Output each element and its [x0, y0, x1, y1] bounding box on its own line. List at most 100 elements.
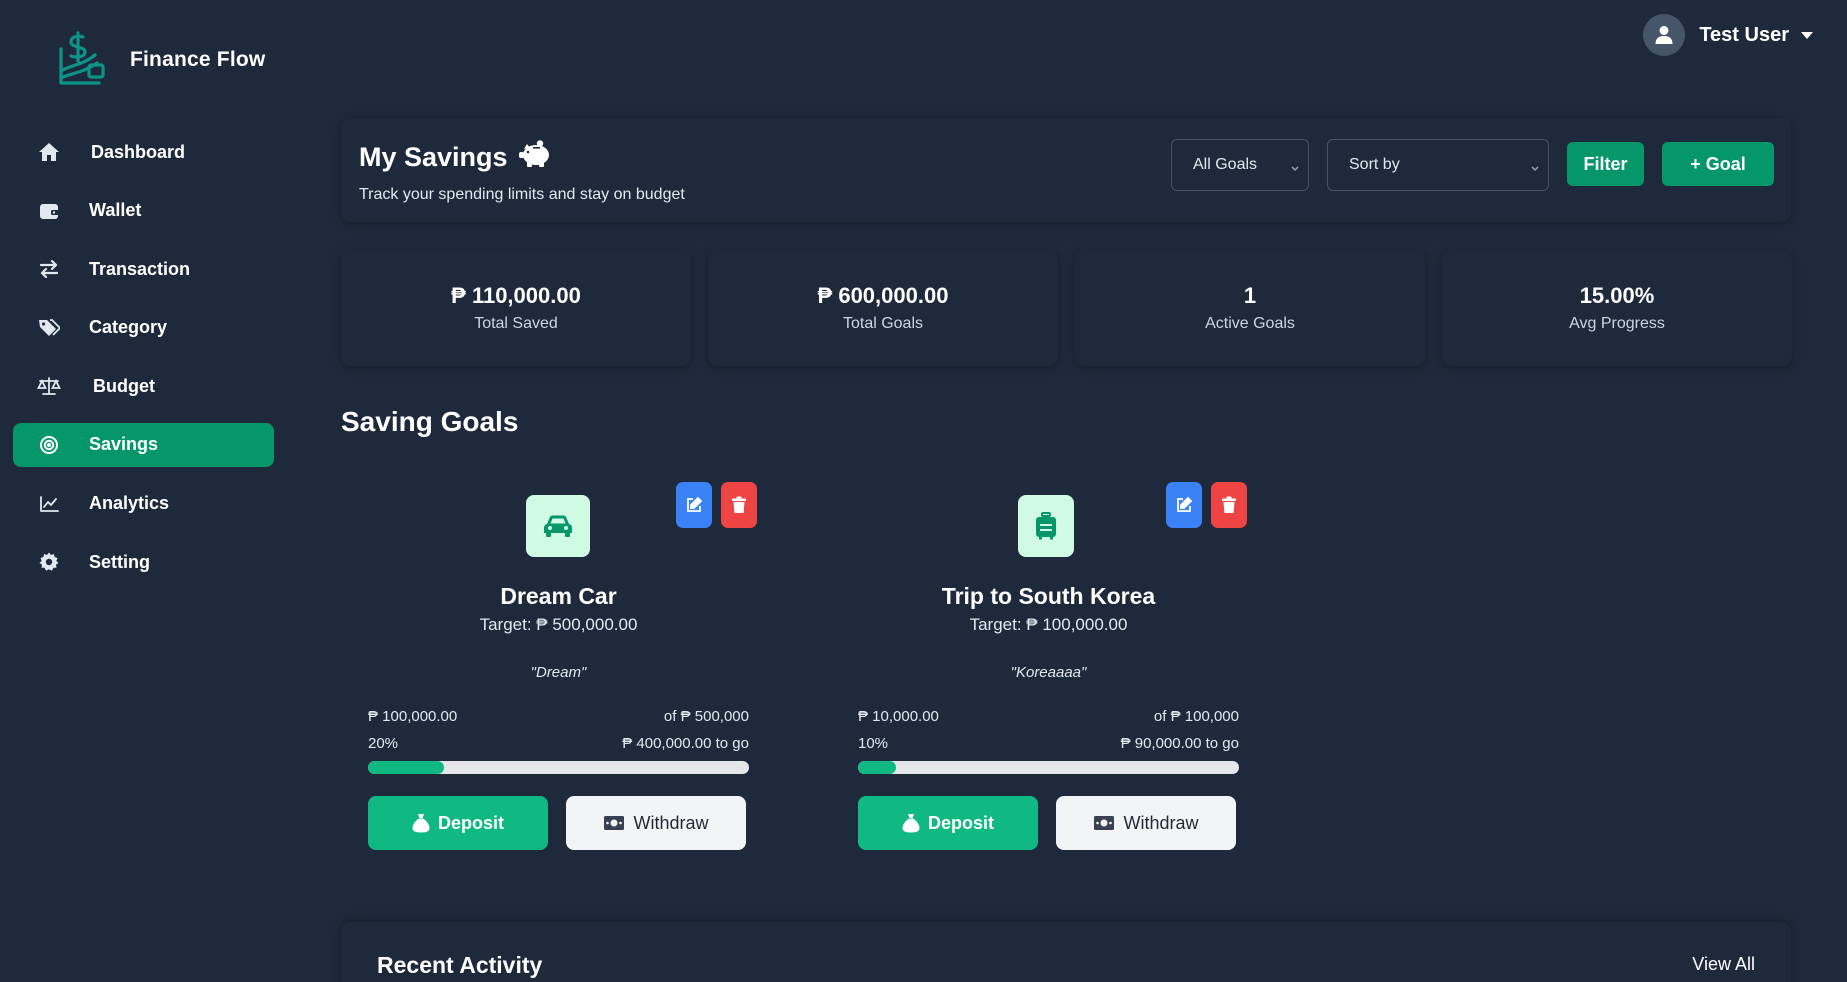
- goal-saved: ₱ 100,000.00: [368, 708, 458, 725]
- scale-icon: [37, 374, 61, 398]
- edit-icon: [687, 496, 703, 512]
- stat-card-avg-progress: 15.00% Avg Progress: [1442, 250, 1792, 366]
- avatar: [1643, 14, 1686, 56]
- goals-filter-select[interactable]: All Goals: [1171, 139, 1309, 191]
- section-title-saving-goals: Saving Goals: [341, 406, 519, 437]
- wallet-icon: [37, 199, 61, 223]
- sidebar-item-wallet[interactable]: Wallet: [13, 189, 274, 233]
- goal-name: Trip to South Korea: [941, 583, 1156, 609]
- stat-card-total-saved: ₱ 110,000.00 Total Saved: [341, 250, 691, 366]
- goal-to-go: ₱ 400,000.00 to go: [622, 735, 749, 752]
- goal-card: Trip to South Korea Target: ₱ 100,000.00…: [831, 470, 1266, 880]
- withdraw-button[interactable]: Withdraw: [566, 796, 746, 850]
- user-icon: [1655, 26, 1673, 44]
- sidebar-item-label: Dashboard: [91, 141, 186, 162]
- dollar-wallet-logo-icon: [52, 30, 108, 90]
- stat-value: ₱ 110,000.00: [451, 283, 581, 308]
- stat-label: Active Goals: [1205, 315, 1295, 332]
- sidebar-item-label: Category: [89, 317, 168, 338]
- trash-icon: [1222, 496, 1236, 513]
- caret-down-icon: [1801, 31, 1813, 39]
- money-bag-icon: [412, 814, 430, 833]
- sidebar-item-analytics[interactable]: Analytics: [13, 482, 274, 526]
- goal-percent: 10%: [858, 735, 889, 752]
- brand-name: Finance Flow: [130, 48, 266, 71]
- goal-target: Target: ₱ 500,000.00: [479, 615, 638, 634]
- edit-goal-button[interactable]: [676, 482, 712, 528]
- user-name: Test User: [1699, 23, 1789, 46]
- withdraw-button[interactable]: Withdraw: [1056, 796, 1236, 850]
- stat-value: 1: [1243, 283, 1257, 308]
- sidebar-item-category[interactable]: Category: [13, 306, 274, 350]
- goal-saved: ₱ 10,000.00: [858, 708, 939, 725]
- goal-progress-row: 10% ₱ 90,000.00 to go: [858, 735, 1239, 752]
- goal-target: Target: ₱ 100,000.00: [969, 615, 1128, 634]
- sidebar-item-label: Savings: [89, 434, 159, 455]
- sidebar-item-label: Setting: [89, 551, 150, 572]
- goal-progress-row: 20% ₱ 400,000.00 to go: [368, 735, 749, 752]
- goal-progress-bar: [368, 761, 749, 774]
- recent-activity-title: Recent Activity: [377, 952, 543, 978]
- sidebar-nav: Dashboard Wallet Transaction Category Bu…: [13, 130, 274, 599]
- goal-amount-row: ₱ 100,000.00 of ₱ 500,000: [368, 708, 749, 725]
- recent-activity-card: Recent Activity View All: [341, 922, 1791, 982]
- tags-icon: [37, 316, 61, 340]
- car-icon: [526, 495, 590, 557]
- sidebar-item-label: Analytics: [89, 493, 170, 514]
- goal-progress-bar: [858, 761, 1239, 774]
- delete-goal-button[interactable]: [1211, 482, 1247, 528]
- stat-label: Avg Progress: [1569, 315, 1665, 332]
- deposit-label: Deposit: [437, 812, 504, 833]
- deposit-button[interactable]: Deposit: [368, 796, 548, 850]
- page-title: My Savings: [359, 140, 552, 175]
- withdraw-label: Withdraw: [1123, 812, 1199, 833]
- stat-label: Total Saved: [474, 315, 558, 332]
- page-subtitle: Track your spending limits and stay on b…: [359, 186, 685, 203]
- sort-select[interactable]: Sort by: [1327, 139, 1549, 191]
- goals-filter-value: All Goals: [1193, 156, 1258, 173]
- stat-value: ₱ 600,000.00: [817, 283, 949, 308]
- page-title-text: My Savings: [359, 142, 508, 172]
- goal-of-total: of ₱ 100,000: [1153, 708, 1239, 725]
- sidebar-item-setting[interactable]: Setting: [13, 540, 274, 584]
- chart-line-icon: [37, 492, 61, 516]
- sidebar-item-label: Wallet: [89, 200, 142, 221]
- user-menu[interactable]: Test User: [1643, 14, 1813, 56]
- goal-of-total: of ₱ 500,000: [663, 708, 749, 725]
- goal-note: "Dream": [530, 664, 587, 681]
- chevron-down-icon: [1290, 160, 1300, 178]
- home-icon: [37, 140, 61, 164]
- sidebar-item-savings[interactable]: Savings: [13, 422, 274, 467]
- edit-icon: [1177, 496, 1193, 512]
- add-goal-button[interactable]: + Goal: [1662, 142, 1774, 186]
- sidebar-item-budget[interactable]: Budget: [13, 364, 274, 408]
- deposit-label: Deposit: [927, 812, 994, 833]
- goal-progress-fill: [858, 761, 897, 774]
- sidebar-item-transaction[interactable]: Transaction: [13, 247, 274, 291]
- edit-goal-button[interactable]: [1166, 482, 1202, 528]
- chevron-down-icon: [1530, 160, 1540, 178]
- goal-percent: 20%: [368, 735, 399, 752]
- money-bill-icon: [604, 816, 625, 830]
- page-header: My Savings Track your spending limits an…: [341, 118, 1791, 222]
- view-all-link[interactable]: View All: [1692, 954, 1755, 975]
- stat-value: 15.00%: [1579, 283, 1655, 308]
- goal-name: Dream Car: [500, 583, 617, 609]
- money-bag-icon: [902, 814, 920, 833]
- goal-note: "Koreaaaa": [1010, 664, 1087, 681]
- goal-progress-fill: [368, 761, 445, 774]
- withdraw-label: Withdraw: [633, 812, 709, 833]
- sidebar-item-label: Budget: [93, 375, 155, 396]
- stat-label: Total Goals: [842, 315, 924, 332]
- sidebar-item-dashboard[interactable]: Dashboard: [13, 130, 274, 174]
- sidebar: Finance Flow Dashboard Wallet Transactio…: [0, 0, 290, 982]
- sort-value: Sort by: [1349, 156, 1400, 173]
- deposit-button[interactable]: Deposit: [858, 796, 1038, 850]
- stat-card-active-goals: 1 Active Goals: [1075, 250, 1425, 366]
- goal-amount-row: ₱ 10,000.00 of ₱ 100,000: [858, 708, 1239, 725]
- trash-icon: [732, 496, 746, 513]
- filter-button[interactable]: Filter: [1567, 142, 1644, 186]
- brand[interactable]: Finance Flow: [52, 30, 265, 90]
- delete-goal-button[interactable]: [721, 482, 757, 528]
- target-icon: [37, 433, 61, 457]
